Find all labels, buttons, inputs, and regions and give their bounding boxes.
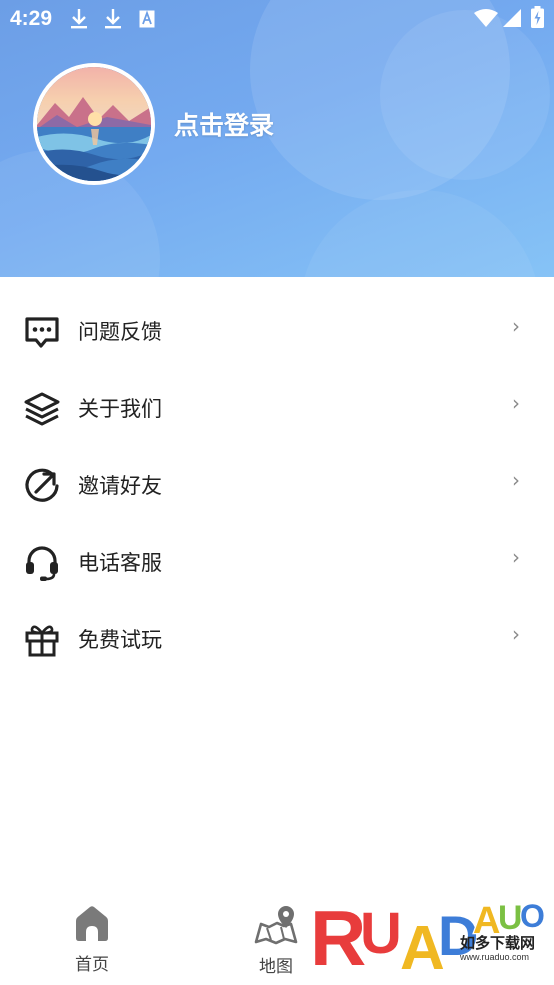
svg-text:U: U (360, 901, 402, 966)
download-icon (71, 9, 87, 29)
tab-home[interactable]: 首页 (47, 904, 137, 975)
text-a-icon (139, 10, 155, 28)
chevron-right-icon: › (512, 622, 520, 646)
profile-header: 4:29 点击登录 (0, 0, 554, 277)
menu-item-label: 关于我们 (78, 397, 162, 421)
svg-text:www.ruaduo.com: www.ruaduo.com (459, 952, 529, 962)
settings-menu: 问题反馈 › 关于我们 › 邀请好友 › 电话客服 › 免费试玩 › (0, 292, 554, 677)
menu-item-label: 邀请好友 (78, 474, 162, 498)
tab-label: 首页 (75, 955, 109, 975)
avatar-image (37, 67, 151, 181)
menu-item-label: 电话客服 (78, 551, 162, 575)
svg-text:R: R (310, 894, 366, 981)
status-bar: 4:29 (0, 0, 554, 38)
layers-icon (24, 392, 60, 426)
header-bubble (300, 190, 540, 277)
login-link[interactable]: 点击登录 (174, 106, 274, 142)
avatar[interactable] (33, 63, 155, 185)
battery-charging-icon (531, 6, 544, 28)
menu-item-invite[interactable]: 邀请好友 › (0, 446, 554, 523)
download-icon (105, 9, 121, 29)
wifi-icon (474, 9, 498, 27)
status-time: 4:29 (10, 7, 53, 30)
menu-item-label: 问题反馈 (78, 320, 162, 344)
menu-item-about[interactable]: 关于我们 › (0, 369, 554, 446)
home-icon (76, 906, 108, 941)
svg-text:U: U (498, 899, 523, 937)
map-pin-icon (254, 906, 298, 945)
headset-icon (26, 546, 58, 581)
chevron-right-icon: › (512, 391, 520, 415)
svg-text:O: O (520, 898, 545, 934)
svg-text:如多下载网: 如多下载网 (460, 934, 535, 952)
feedback-chat-icon (25, 317, 59, 348)
watermark-logo: R U A D A U O 如多下载网 www.ruaduo.com (308, 889, 548, 985)
menu-item-label: 免费试玩 (78, 628, 162, 652)
menu-item-free-trial[interactable]: 免费试玩 › (0, 600, 554, 677)
chevron-right-icon: › (512, 314, 520, 338)
ruaduo-logo-image: R U A D A U O 如多下载网 www.ruaduo.com (309, 893, 547, 985)
menu-item-phone-support[interactable]: 电话客服 › (0, 523, 554, 600)
gift-icon (25, 625, 59, 657)
chevron-right-icon: › (512, 468, 520, 492)
chevron-right-icon: › (512, 545, 520, 569)
invite-arrow-icon (25, 468, 59, 502)
signal-icon (503, 9, 521, 27)
menu-item-feedback[interactable]: 问题反馈 › (0, 292, 554, 369)
